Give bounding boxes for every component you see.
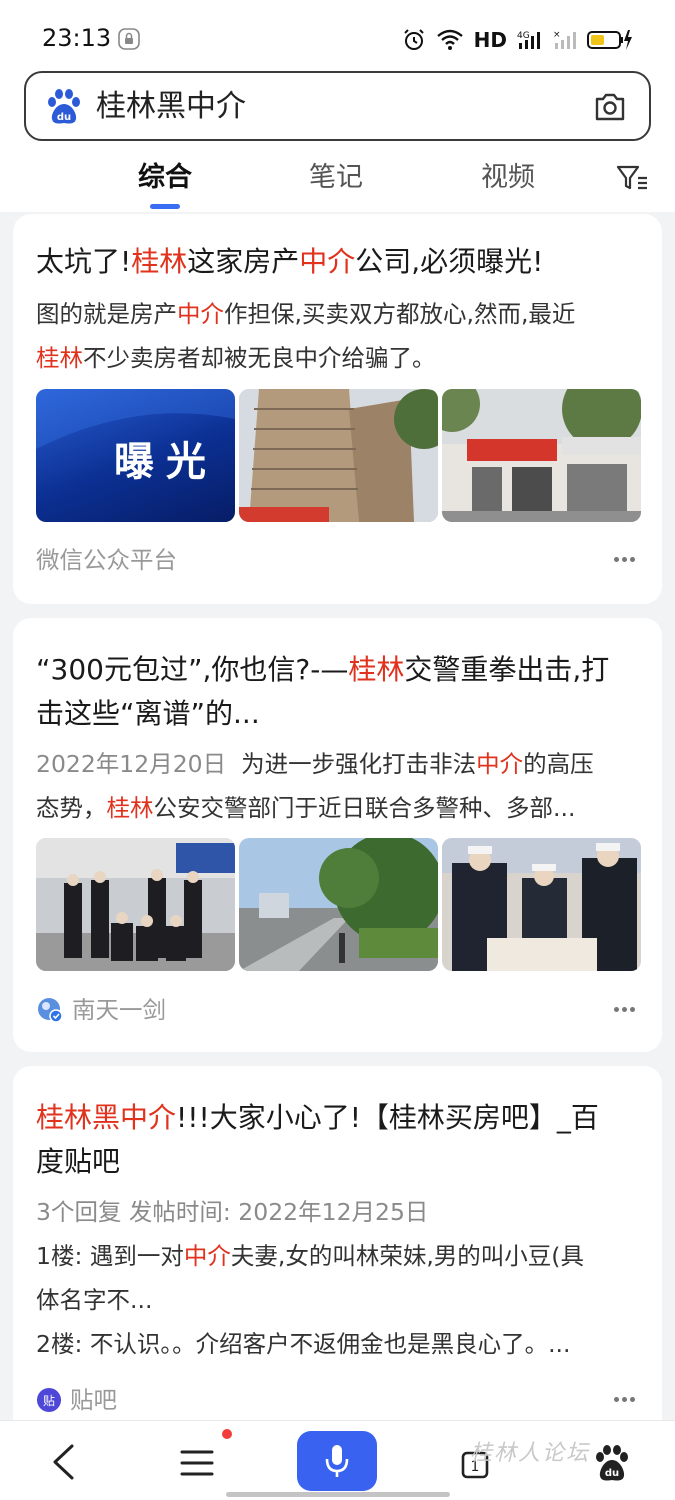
roadside-image[interactable] (239, 838, 438, 971)
author-avatar-icon (38, 998, 63, 1023)
battery-icon (587, 30, 632, 50)
result-title[interactable]: “300元包过”,你也信?-—桂林交警重拳出击,打 击这些“离谱”的... (36, 648, 640, 736)
result-date: 2022年12月20日 (36, 750, 227, 778)
exposure-image[interactable]: 曝光 (36, 389, 235, 522)
police-group-image[interactable] (36, 838, 235, 971)
notification-dot (222, 1429, 232, 1439)
more-options-icon[interactable] (614, 557, 636, 563)
baidu-logo-icon: du (48, 89, 80, 124)
result-images: 曝光 (36, 389, 641, 522)
signal-icon: 4G (517, 31, 540, 49)
result-card[interactable]: “300元包过”,你也信?-—桂林交警重拳出击,打 击这些“离谱”的... 20… (13, 618, 662, 1052)
result-title[interactable]: 太坑了!桂林这家房产中介公司,必须曝光! (36, 240, 640, 284)
search-box[interactable]: du 桂林黑中介 (24, 71, 651, 141)
hd-indicator: HD (473, 28, 507, 52)
svg-text:du: du (57, 112, 71, 123)
search-input[interactable]: 桂林黑中介 (96, 87, 246, 127)
result-card[interactable]: 桂林黑中介!!!大家小心了!【桂林买房吧】_百 度贴吧 3个回复 发帖时间: 2… (13, 1066, 662, 1436)
header: du 桂林黑中介 综合 笔记 视频 (0, 60, 675, 212)
result-tabs: 综合 笔记 视频 (0, 156, 675, 212)
result-title[interactable]: 桂林黑中介!!!大家小心了!【桂林买房吧】_百 度贴吧 (36, 1096, 640, 1184)
result-images (36, 838, 641, 971)
result-source[interactable]: 贴 贴吧 (36, 1384, 117, 1416)
svg-text:贴: 贴 (43, 1394, 55, 1408)
building-image[interactable] (239, 389, 438, 522)
result-card[interactable]: 太坑了!桂林这家房产中介公司,必须曝光! 图的就是房产中介作担保,买卖双方都放心… (13, 214, 662, 604)
tab-notes[interactable]: 笔记 (309, 160, 363, 196)
tab-comprehensive[interactable]: 综合 (138, 160, 192, 196)
microphone-icon (325, 1445, 349, 1477)
lock-icon (118, 28, 140, 50)
watermark: 桂林人论坛 (470, 1441, 591, 1466)
result-snippet: 3个回复 发帖时间: 2022年12月25日 1楼: 遇到一对中介夫妻,女的叫林… (36, 1190, 640, 1366)
tieba-icon: 贴 (37, 1388, 61, 1412)
result-source[interactable]: 南天一剑 (36, 994, 166, 1026)
alarm-icon (403, 29, 424, 50)
active-tab-indicator (150, 204, 180, 209)
menu-icon[interactable] (180, 1449, 214, 1477)
baidu-home-icon[interactable]: du (592, 1443, 632, 1483)
result-meta: 3个回复 发帖时间: 2022年12月25日 (36, 1198, 429, 1226)
more-options-icon[interactable] (614, 1007, 636, 1013)
signal-2-icon: × (553, 30, 576, 49)
camera-icon[interactable] (593, 91, 627, 123)
wifi-icon (436, 29, 463, 50)
more-options-icon[interactable] (614, 1397, 636, 1403)
tab-videos[interactable]: 视频 (481, 160, 535, 196)
officers-inspecting-image[interactable] (442, 838, 641, 971)
result-source[interactable]: 微信公众平台 (36, 544, 177, 576)
filter-icon[interactable] (616, 164, 648, 192)
svg-text:×: × (553, 30, 561, 40)
home-indicator[interactable] (226, 1492, 450, 1497)
result-snippet: 2022年12月20日 为进一步强化打击非法中介的高压 态势，桂林公安交警部门于… (36, 750, 594, 822)
svg-text:du: du (605, 1468, 619, 1479)
result-snippet: 图的就是房产中介作担保,买卖双方都放心,然而,最近 桂林不少卖房者却被无良中介给… (36, 300, 576, 372)
voice-search-button[interactable] (297, 1431, 377, 1491)
status-icons: HD 4G × (402, 26, 633, 54)
back-icon[interactable] (50, 1443, 76, 1481)
status-time: 23:13 (42, 24, 112, 52)
svg-text:4G: 4G (517, 31, 530, 41)
agency-storefront-image[interactable] (442, 389, 641, 522)
